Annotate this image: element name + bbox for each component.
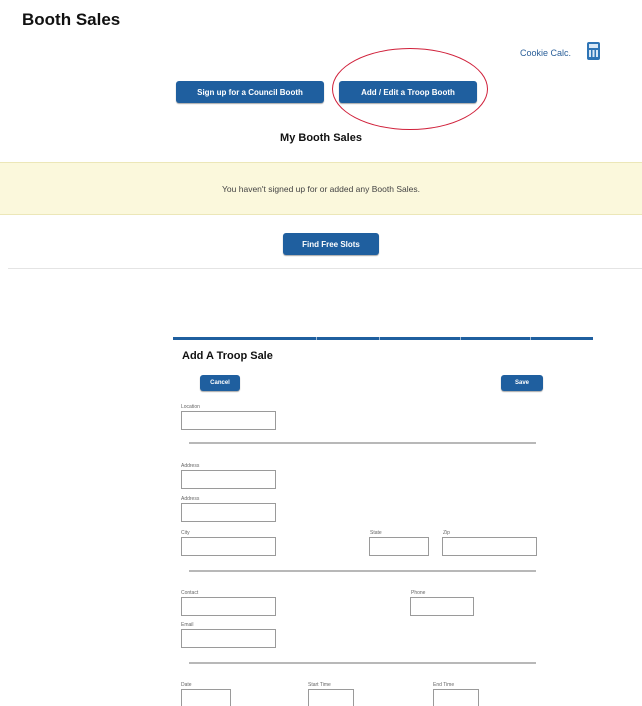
page-title: Booth Sales xyxy=(22,10,121,29)
state-label: State xyxy=(370,530,382,536)
form-divider xyxy=(189,570,536,572)
email-input[interactable] xyxy=(181,629,276,648)
city-input[interactable] xyxy=(181,537,276,556)
phone-input[interactable] xyxy=(410,597,474,616)
date-input[interactable] xyxy=(181,689,231,706)
end-time-label: End Time xyxy=(433,682,455,688)
empty-sales-banner: You haven't signed up for or added any B… xyxy=(0,162,642,215)
empty-sales-message: You haven't signed up for or added any B… xyxy=(222,183,420,194)
address1-input[interactable] xyxy=(181,470,276,489)
cookie-calc-link[interactable]: Cookie Calc. xyxy=(520,48,571,58)
state-input[interactable] xyxy=(369,537,429,556)
zip-label: Zip xyxy=(443,530,450,536)
cancel-button[interactable]: Cancel xyxy=(200,375,240,391)
form-title: Add A Troop Sale xyxy=(182,350,273,362)
save-button[interactable]: Save xyxy=(501,375,543,391)
date-label: Date xyxy=(181,682,192,688)
calculator-icon[interactable] xyxy=(587,42,600,60)
email-label: Email xyxy=(181,622,194,628)
phone-label: Phone xyxy=(411,590,426,596)
location-input[interactable] xyxy=(181,411,276,430)
section-divider xyxy=(8,268,642,269)
end-time-input[interactable] xyxy=(433,689,479,706)
location-label: Location xyxy=(181,404,200,410)
form-divider xyxy=(189,662,536,664)
contact-input[interactable] xyxy=(181,597,276,616)
highlight-circle xyxy=(332,48,488,130)
start-time-label: Start Time xyxy=(308,682,331,688)
start-time-input[interactable] xyxy=(308,689,354,706)
form-top-bar xyxy=(173,337,593,340)
address1-label: Address xyxy=(181,463,200,469)
address2-input[interactable] xyxy=(181,503,276,522)
my-booth-sales-title: My Booth Sales xyxy=(280,132,362,144)
council-booth-button[interactable]: Sign up for a Council Booth xyxy=(176,81,324,103)
city-label: City xyxy=(181,530,190,536)
find-free-slots-button[interactable]: Find Free Slots xyxy=(283,233,379,255)
form-divider xyxy=(189,442,536,444)
zip-input[interactable] xyxy=(442,537,537,556)
address2-label: Address xyxy=(181,496,200,502)
contact-label: Contact xyxy=(181,590,199,596)
